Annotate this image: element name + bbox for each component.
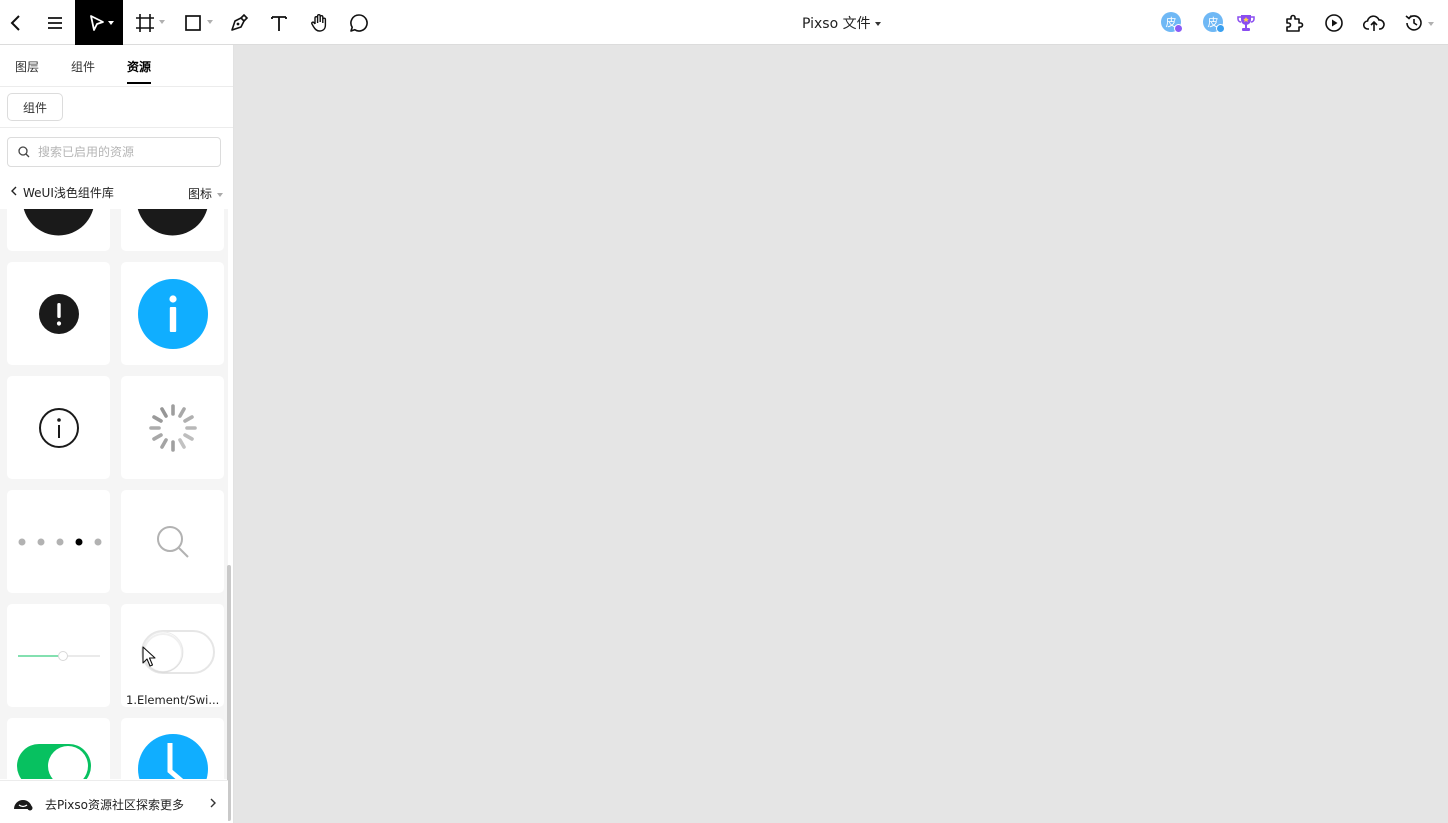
play-circle-black-icon [23, 209, 94, 236]
asset-card[interactable] [121, 490, 224, 593]
asset-card[interactable] [121, 262, 224, 365]
asset-card[interactable] [7, 209, 110, 251]
play-circle-black-icon [137, 209, 208, 236]
community-link[interactable]: 去Pixso资源社区探索更多 [0, 780, 228, 823]
asset-card[interactable] [7, 262, 110, 365]
loading-spinner-icon [148, 403, 197, 452]
switch-on-icon [17, 744, 91, 779]
history-icon [1405, 14, 1434, 31]
pen-tool-button[interactable] [226, 0, 252, 45]
main-menu-button[interactable] [38, 0, 72, 45]
asset-category-label: 图标 [188, 187, 213, 201]
share-button[interactable] [1361, 0, 1387, 45]
tab-layers[interactable]: 图层 [15, 58, 39, 75]
chevron-right-icon [210, 798, 216, 808]
shape-tool-caret-icon[interactable] [207, 20, 213, 24]
plugin-icon [1286, 14, 1304, 32]
avatar-status-dot [1174, 24, 1183, 33]
menu-icon [48, 16, 62, 29]
clock-blue-icon [138, 734, 208, 779]
tab-assets[interactable]: 资源 [127, 58, 151, 75]
asset-grid: 1.Element/Swi... [0, 209, 228, 779]
tab-components[interactable]: 组件 [71, 58, 95, 75]
history-button[interactable] [1402, 0, 1440, 45]
asset-type-filter: 组件 [0, 86, 233, 128]
chevron-down-icon [217, 192, 224, 197]
pagination-dots-icon [18, 538, 101, 545]
move-tool-button[interactable] [75, 0, 123, 45]
active-tab-indicator [127, 82, 151, 84]
hand-tool-icon [311, 13, 327, 32]
back-icon [10, 14, 20, 31]
search-input[interactable] [38, 142, 213, 162]
avatar[interactable]: 皮 [1203, 12, 1225, 33]
frame-tool-icon [136, 13, 154, 32]
avatar-status-dot [1216, 24, 1225, 33]
asset-card[interactable] [7, 490, 110, 593]
move-tool-icon [90, 14, 114, 31]
plugin-button[interactable] [1281, 0, 1307, 45]
document-title-button[interactable]: Pixso 文件 [802, 13, 881, 33]
pen-tool-icon [231, 13, 249, 31]
components-chip[interactable]: 组件 [7, 93, 63, 121]
asset-card[interactable] [121, 376, 224, 479]
document-title: Pixso 文件 [802, 16, 871, 32]
asset-card[interactable] [7, 718, 110, 779]
info-circle-blue-icon [137, 278, 208, 349]
hand-tool-button[interactable] [305, 0, 333, 45]
upload-icon [1363, 14, 1385, 31]
info-outline-icon [38, 407, 79, 448]
back-button[interactable] [0, 0, 32, 45]
library-back-icon[interactable] [9, 185, 19, 197]
shape-tool-icon [185, 14, 201, 31]
library-header: WeUI浅色组件库 图标 [0, 180, 233, 204]
present-button[interactable] [1322, 0, 1346, 45]
top-toolbar: Pixso 文件 皮 皮 [0, 0, 1448, 45]
text-tool-icon [271, 15, 287, 31]
frame-tool-caret-icon[interactable] [159, 20, 165, 24]
asset-card[interactable] [7, 604, 110, 707]
trophy-button[interactable] [1234, 0, 1258, 45]
design-canvas[interactable] [234, 45, 1448, 823]
mouse-cursor-icon [142, 646, 156, 667]
comment-tool-button[interactable] [346, 0, 372, 45]
frame-tool-button[interactable] [132, 0, 158, 45]
play-icon [1325, 13, 1343, 32]
search-outline-icon [156, 525, 189, 558]
warning-circle-black-icon [38, 293, 79, 334]
library-name[interactable]: WeUI浅色组件库 [23, 184, 114, 201]
comment-tool-icon [350, 13, 368, 32]
assets-panel: 图层 组件 资源 组件 WeUI浅色组件库 图标 [0, 45, 234, 823]
community-icon [14, 800, 33, 811]
avatar[interactable]: 皮 [1161, 12, 1183, 33]
shape-tool-button[interactable] [180, 0, 206, 45]
asset-card[interactable] [121, 718, 224, 779]
search-icon [18, 146, 30, 158]
asset-card-label: 1.Element/Swi... [126, 693, 220, 707]
asset-card[interactable]: 1.Element/Swi... [121, 604, 224, 707]
document-menu-caret-icon [874, 22, 881, 26]
slider-icon [17, 650, 100, 661]
asset-category-dropdown[interactable]: 图标 [188, 185, 224, 202]
text-tool-button[interactable] [266, 0, 292, 45]
panel-tabs: 图层 组件 资源 [0, 45, 233, 87]
trophy-icon [1237, 14, 1255, 31]
asset-card[interactable] [121, 209, 224, 251]
asset-card[interactable] [7, 376, 110, 479]
community-link-text: 去Pixso资源社区探索更多 [45, 798, 185, 812]
search-box[interactable] [7, 137, 221, 167]
